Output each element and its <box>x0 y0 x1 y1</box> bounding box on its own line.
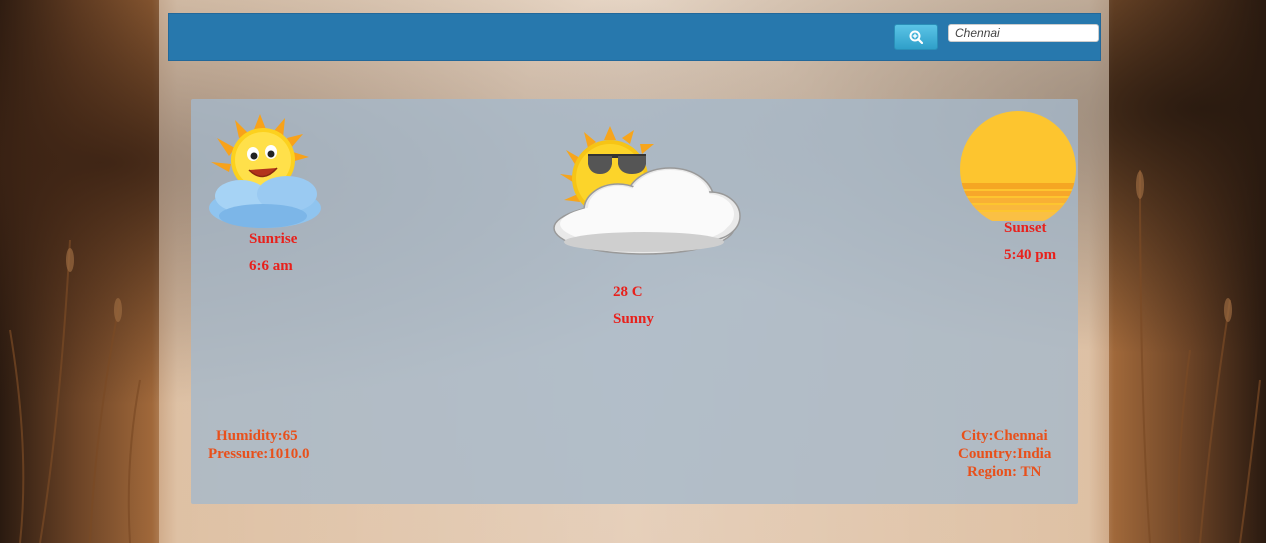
city-value: City:Chennai <box>961 428 1048 444</box>
sunrise-label: Sunrise <box>249 231 298 247</box>
sunset-time: 5:40 pm <box>1004 247 1057 263</box>
temperature-value: 28 C <box>613 284 643 300</box>
sunset-label: Sunset <box>1004 220 1047 236</box>
pressure-value: Pressure:1010.0 <box>208 446 310 462</box>
region-value: Region: TN <box>967 464 1042 480</box>
weather-condition: Sunny <box>613 311 654 327</box>
city-search-input[interactable] <box>948 24 1099 42</box>
country-value: Country:India <box>958 446 1052 462</box>
humidity-value: Humidity:65 <box>216 428 298 444</box>
search-button[interactable] <box>894 24 938 50</box>
smiling-sun-cloud-icon <box>209 114 321 228</box>
sunrise-time: 6:6 am <box>249 258 293 274</box>
sun-with-sunglasses-behind-cloud-icon <box>553 126 741 255</box>
zoom-in-icon <box>909 30 923 44</box>
setting-sun-icon <box>960 111 1076 221</box>
